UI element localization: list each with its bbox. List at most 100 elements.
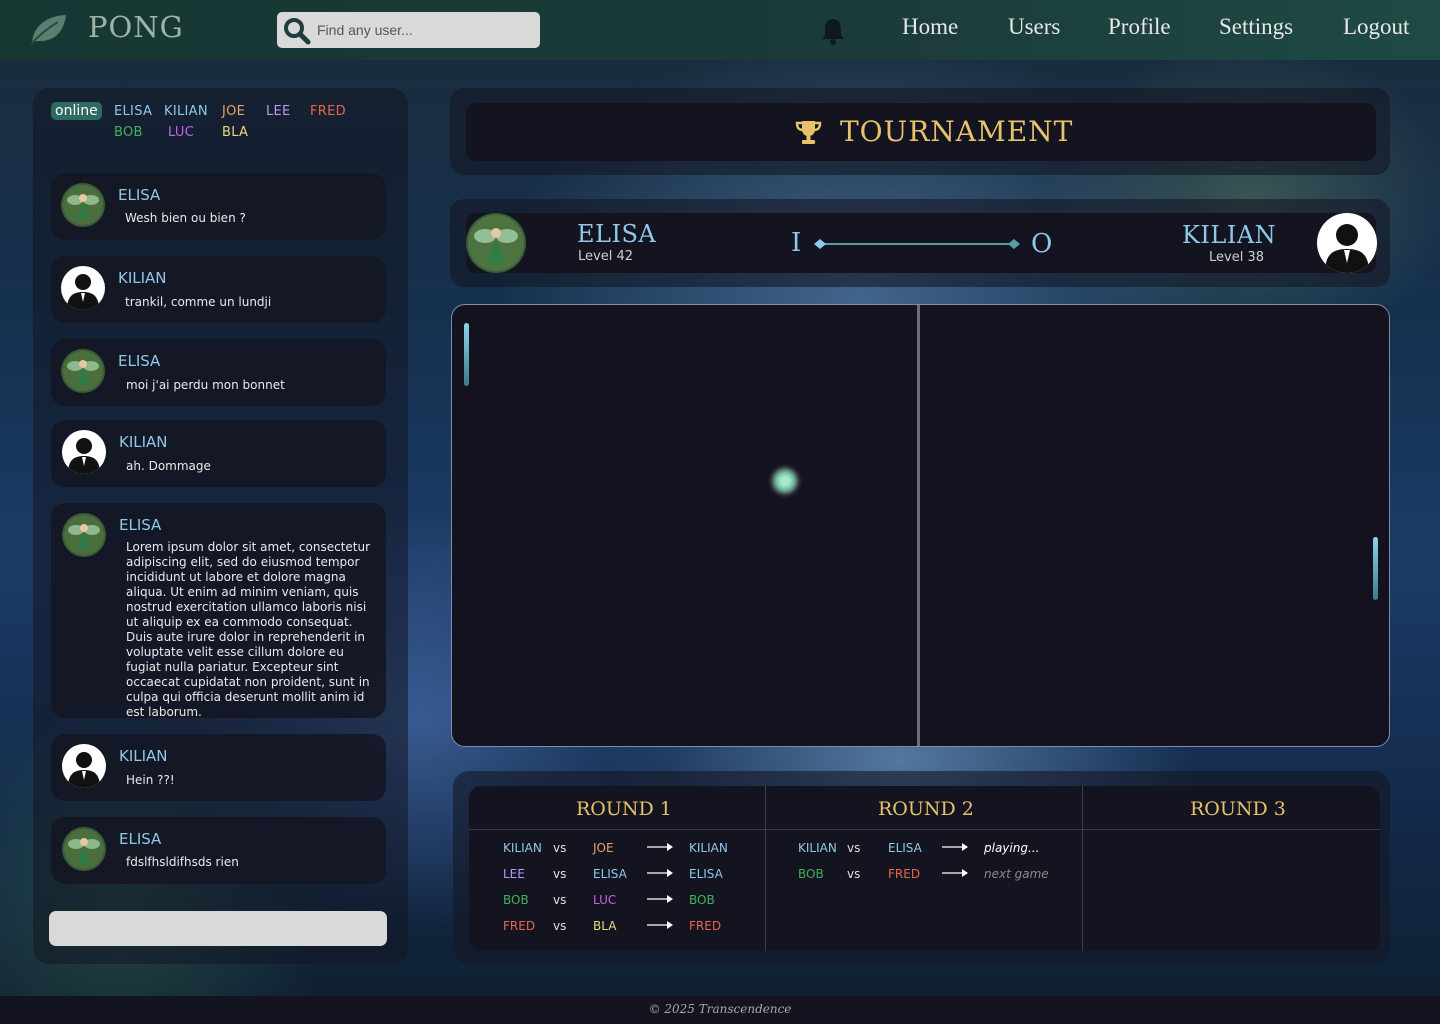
leaf-icon — [30, 15, 66, 45]
message-text: moi j'ai perdu mon bonnet — [126, 378, 285, 392]
silhouette-avatar[interactable] — [61, 266, 105, 310]
silhouette-avatar[interactable] — [62, 430, 106, 474]
match-status: next game — [984, 867, 1049, 881]
tournament-bracket: ROUND 1 ROUND 2 ROUND 3 KILIAN vs JOE KI… — [469, 786, 1380, 951]
fairy-avatar[interactable] — [62, 513, 106, 557]
fairy-avatar[interactable] — [61, 349, 105, 393]
message-text: Wesh bien ou bien ? — [125, 211, 246, 225]
arrow-right-icon — [942, 869, 968, 877]
match-result[interactable]: FRED — [689, 919, 721, 933]
fairy-avatar[interactable] — [62, 827, 106, 871]
round-title: ROUND 3 — [1190, 798, 1286, 820]
match-player[interactable]: ELISA — [593, 867, 627, 881]
match-player[interactable]: JOE — [593, 841, 614, 855]
match-result[interactable]: BOB — [689, 893, 715, 907]
round-title: ROUND 1 — [576, 798, 672, 820]
chat-message: KILIAN Hein ??! — [51, 734, 386, 801]
message-text: trankil, comme un lundji — [125, 295, 272, 309]
right-paddle — [1373, 537, 1378, 600]
match-player[interactable]: ELISA — [888, 841, 922, 855]
nav-profile[interactable]: Profile — [1108, 14, 1171, 40]
app-logo[interactable]: PONG — [88, 10, 184, 44]
message-author[interactable]: ELISA — [119, 516, 161, 534]
search-input[interactable] — [317, 12, 532, 48]
online-user[interactable]: KILIAN — [164, 104, 208, 119]
player-left-level: Level 42 — [578, 249, 633, 264]
online-user[interactable]: LEE — [266, 104, 291, 119]
round-title: ROUND 2 — [878, 798, 974, 820]
player-left-avatar[interactable] — [466, 213, 526, 273]
online-user[interactable]: BOB — [114, 125, 143, 140]
score-connector — [814, 239, 1020, 249]
chat-message: KILIAN trankil, comme un lundji — [51, 256, 386, 323]
nav-users[interactable]: Users — [1008, 14, 1060, 40]
message-text: Lorem ipsum dolor sit amet, consectetur … — [126, 540, 371, 719]
match-result[interactable]: ELISA — [689, 867, 723, 881]
search-icon — [284, 18, 311, 45]
message-author[interactable]: KILIAN — [119, 433, 168, 451]
arrow-right-icon — [942, 843, 968, 851]
match-player[interactable]: LUC — [593, 893, 616, 907]
vs-label: vs — [553, 893, 567, 907]
ball — [775, 471, 795, 491]
online-user[interactable]: BLA — [222, 125, 248, 140]
bracket-header-divider — [469, 829, 1380, 830]
pong-game-canvas[interactable] — [451, 304, 1390, 747]
tournament-title: TOURNAMENT — [840, 115, 1074, 148]
online-badge: online — [51, 102, 102, 120]
user-search[interactable] — [277, 12, 540, 48]
vs-label: vs — [847, 841, 861, 855]
arrow-right-icon — [647, 921, 673, 929]
nav-logout[interactable]: Logout — [1343, 14, 1409, 40]
online-user[interactable]: JOE — [222, 104, 245, 119]
trophy-icon — [795, 121, 822, 144]
vs-label: vs — [553, 841, 567, 855]
message-author[interactable]: ELISA — [119, 830, 161, 848]
message-text: Hein ??! — [126, 773, 175, 787]
chat-input[interactable] — [49, 911, 387, 946]
match-player[interactable]: BOB — [798, 867, 824, 881]
match-status: playing... — [984, 841, 1040, 855]
player-right-avatar[interactable] — [1317, 213, 1377, 273]
online-user[interactable]: LUC — [168, 125, 194, 140]
bracket-column-divider — [1082, 786, 1083, 951]
silhouette-avatar[interactable] — [62, 744, 106, 788]
nav-settings[interactable]: Settings — [1219, 14, 1293, 40]
arrow-right-icon — [647, 869, 673, 877]
message-author[interactable]: KILIAN — [119, 747, 168, 765]
footer: © 2025 Transcendence — [0, 996, 1440, 1024]
vs-label: vs — [553, 867, 567, 881]
player-left-score: I — [791, 228, 802, 258]
match-result[interactable]: KILIAN — [689, 841, 728, 855]
message-author[interactable]: ELISA — [118, 186, 160, 204]
vs-label: vs — [847, 867, 861, 881]
bell-icon[interactable] — [820, 17, 846, 45]
chat-message: ELISA moi j'ai perdu mon bonnet — [51, 339, 386, 406]
match-player[interactable]: FRED — [888, 867, 920, 881]
match-player[interactable]: BLA — [593, 919, 616, 933]
match-player[interactable]: LEE — [503, 867, 525, 881]
left-paddle — [464, 323, 469, 386]
fairy-avatar[interactable] — [61, 183, 105, 227]
player-right-score: O — [1031, 229, 1053, 259]
message-author[interactable]: KILIAN — [118, 269, 167, 287]
chat-message: ELISA Lorem ipsum dolor sit amet, consec… — [51, 503, 386, 719]
vs-label: vs — [553, 919, 567, 933]
chat-message: ELISA Wesh bien ou bien ? — [51, 173, 386, 240]
match-player[interactable]: KILIAN — [503, 841, 542, 855]
player-left-name[interactable]: ELISA — [577, 220, 656, 248]
chat-message: KILIAN ah. Dommage — [51, 420, 386, 487]
message-text: ah. Dommage — [126, 459, 211, 473]
match-player[interactable]: FRED — [503, 919, 535, 933]
online-user[interactable]: ELISA — [114, 104, 152, 119]
match-player[interactable]: BOB — [503, 893, 529, 907]
arrow-right-icon — [647, 895, 673, 903]
player-right-level: Level 38 — [1209, 250, 1264, 265]
top-bar: PONG Home Users Profile Settings Logout — [0, 0, 1440, 60]
match-player[interactable]: KILIAN — [798, 841, 837, 855]
player-right-name[interactable]: KILIAN — [1182, 221, 1276, 249]
online-user[interactable]: FRED — [310, 104, 346, 119]
message-author[interactable]: ELISA — [118, 352, 160, 370]
nav-home[interactable]: Home — [902, 14, 958, 40]
center-net — [917, 305, 920, 746]
